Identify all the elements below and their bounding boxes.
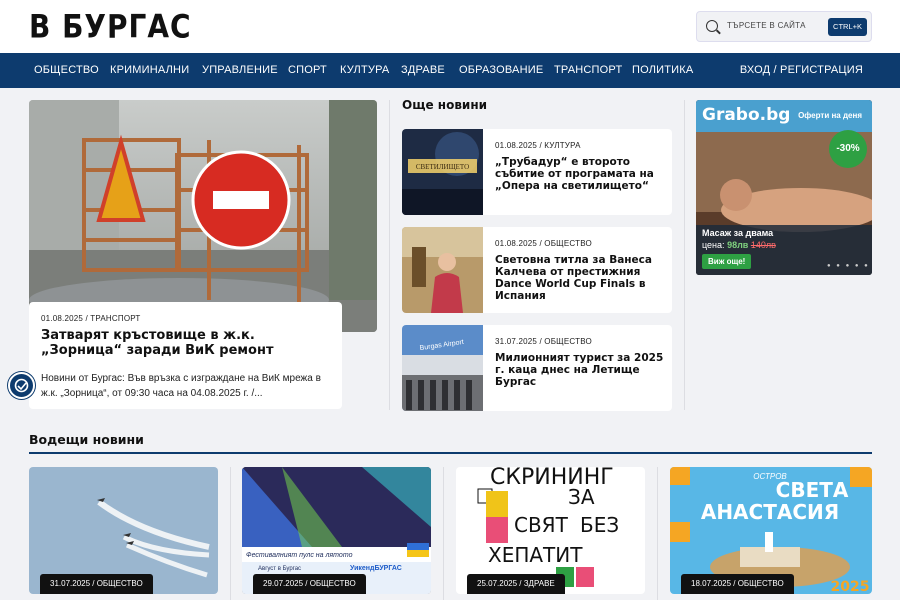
card-meta-badge: 18.07.2025 / ОБЩЕСТВО: [681, 574, 794, 594]
ad-price: цена: 98лв 140лв: [702, 240, 776, 250]
hero-meta: 01.08.2025 / ТРАНСПОРТ: [41, 314, 141, 323]
card-text: ХЕПАТИТ: [488, 543, 583, 567]
search-placeholder: ТЪРСЕТЕ В САЙТА: [727, 21, 806, 30]
news-title[interactable]: Световна титла за Ванеса Калчева от прес…: [495, 254, 664, 302]
news-thumbnail: СВЕТИЛИЩЕТО: [402, 129, 483, 215]
leading-news-card[interactable]: Фестивалният пулс на лятото Август в Бур…: [242, 467, 431, 594]
news-meta: 01.08.2025 / ОБЩЕСТВО: [495, 239, 592, 248]
news-title[interactable]: „Трубадур“ е второто събитие от програма…: [495, 156, 664, 192]
top-header: В БУРГАС ТЪРСЕТЕ В САЙТА CTRL+K: [0, 0, 900, 53]
discount-badge: -30%: [829, 130, 867, 168]
accessibility-icon: [14, 378, 29, 393]
ad-header: Grabo.bg Оферти на деня: [696, 100, 872, 132]
nav-item-politics[interactable]: ПОЛИТИКА: [632, 53, 693, 88]
nav-item-sport[interactable]: СПОРТ: [288, 53, 327, 88]
hero-excerpt: Новини от Бургас: Във връзка с изграждан…: [41, 373, 321, 399]
login-register-link[interactable]: ВХОД / РЕГИСТРАЦИЯ: [740, 53, 863, 88]
card-text: СВЯТ: [514, 513, 569, 537]
nav-item-transport[interactable]: ТРАНСПОРТ: [554, 53, 622, 88]
price-label: цена:: [702, 240, 725, 250]
card-meta-badge: 25.07.2025 / ЗДРАВЕ: [467, 574, 565, 594]
news-title[interactable]: Милионният турист за 2025 г. каца днес н…: [495, 352, 664, 388]
news-card[interactable]: 01.08.2025 / ОБЩЕСТВО Световна титла за …: [402, 227, 672, 313]
card-text: БЕЗ: [580, 513, 619, 537]
news-card[interactable]: Burgas Airport 31.07.2025 / ОБЩЕСТВО Мил…: [402, 325, 672, 411]
card-year: 2025: [831, 579, 870, 594]
card-sub-label: Август в Бургас: [258, 566, 301, 572]
nav-item-education[interactable]: ОБРАЗОВАНИЕ: [459, 53, 543, 88]
site-logo[interactable]: В БУРГАС: [29, 8, 192, 46]
card-text: СКРИНИНГ: [490, 467, 614, 490]
card-caption: Фестивалният пулс на лятото: [246, 552, 353, 559]
card-text: ЗА: [568, 485, 595, 509]
leading-news-card[interactable]: СКРИНИНГ ЗА СВЯТ БЕЗ ХЕПАТИТ 25.07.2025 …: [456, 467, 645, 594]
ad-title: Масаж за двама: [702, 228, 774, 238]
nav-item-culture[interactable]: КУЛТУРА: [340, 53, 389, 88]
column-divider: [684, 100, 685, 410]
column-divider: [389, 100, 390, 410]
news-meta: 31.07.2025 / ОБЩЕСТВО: [495, 337, 592, 346]
ad-cta-button[interactable]: Виж още!: [702, 254, 752, 269]
nav-item-health[interactable]: ЗДРАВЕ: [401, 53, 445, 88]
more-news-heading: Още новини: [402, 98, 488, 112]
thumb-caption: СВЕТИЛИЩЕТО: [416, 163, 469, 171]
card-divider: [443, 467, 444, 600]
card-divider: [230, 467, 231, 600]
grabo-logo: Grabo.bg: [702, 105, 791, 125]
leading-news-card[interactable]: ОСТРОВ СВЕТА АНАСТАСИЯ 2025 18.07.2025 /…: [670, 467, 872, 594]
nav-item-crime[interactable]: КРИМИНАЛНИ: [110, 53, 189, 88]
nav-item-society[interactable]: ОБЩЕСТВО: [34, 53, 99, 88]
section-underline: [29, 452, 872, 454]
search-shortcut-badge: CTRL+K: [828, 18, 867, 36]
card-meta-badge: 29.07.2025 / ОБЩЕСТВО: [253, 574, 366, 594]
card-sub-label: УикендБУРГАС: [350, 565, 402, 572]
ad-offers-label: Оферти на деня: [798, 111, 862, 120]
card-text: СВЕТА: [776, 478, 849, 502]
grabo-ad-banner[interactable]: Grabo.bg Оферти на деня -30% Масаж за дв…: [696, 100, 872, 275]
carousel-dots[interactable]: ● ● ● ● ●: [827, 263, 870, 269]
accessibility-button[interactable]: [8, 372, 35, 399]
card-text: АНАСТАСИЯ: [701, 500, 839, 524]
hero-image[interactable]: [29, 100, 377, 332]
main-nav: ОБЩЕСТВО КРИМИНАЛНИ УПРАВЛЕНИЕ СПОРТ КУЛ…: [0, 53, 900, 88]
nav-item-government[interactable]: УПРАВЛЕНИЕ: [202, 53, 278, 88]
price-new: 98лв: [727, 240, 749, 250]
leading-news-heading: Водещи новини: [29, 432, 144, 447]
news-thumbnail: Burgas Airport: [402, 325, 483, 411]
card-meta-badge: 31.07.2025 / ОБЩЕСТВО: [40, 574, 153, 594]
search-icon: [706, 20, 718, 32]
hero-title[interactable]: Затварят кръстовище в ж.к. „Зорница“ зар…: [41, 328, 330, 358]
price-old: 140лв: [750, 240, 776, 250]
search-box[interactable]: ТЪРСЕТЕ В САЙТА CTRL+K: [696, 11, 872, 42]
leading-news-card[interactable]: 31.07.2025 / ОБЩЕСТВО: [29, 467, 218, 594]
news-meta: 01.08.2025 / КУЛТУРА: [495, 141, 581, 150]
news-card[interactable]: СВЕТИЛИЩЕТО 01.08.2025 / КУЛТУРА „Трубад…: [402, 129, 672, 215]
hero-article-card[interactable]: 01.08.2025 / ТРАНСПОРТ Затварят кръстови…: [29, 302, 342, 409]
news-thumbnail: [402, 227, 483, 313]
card-divider: [657, 467, 658, 600]
